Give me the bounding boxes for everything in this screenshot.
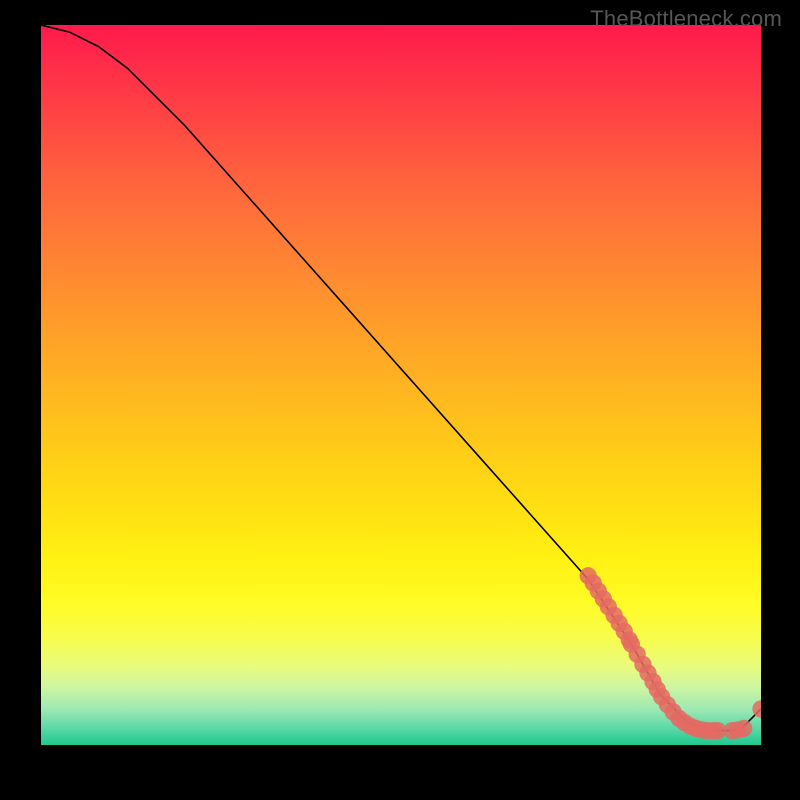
data-point-cluster (580, 567, 761, 739)
data-point (735, 720, 752, 737)
watermark-text: TheBottleneck.com (590, 6, 782, 32)
data-point (752, 700, 761, 717)
bottleneck-curve (41, 25, 761, 731)
chart-overlay (41, 25, 761, 745)
